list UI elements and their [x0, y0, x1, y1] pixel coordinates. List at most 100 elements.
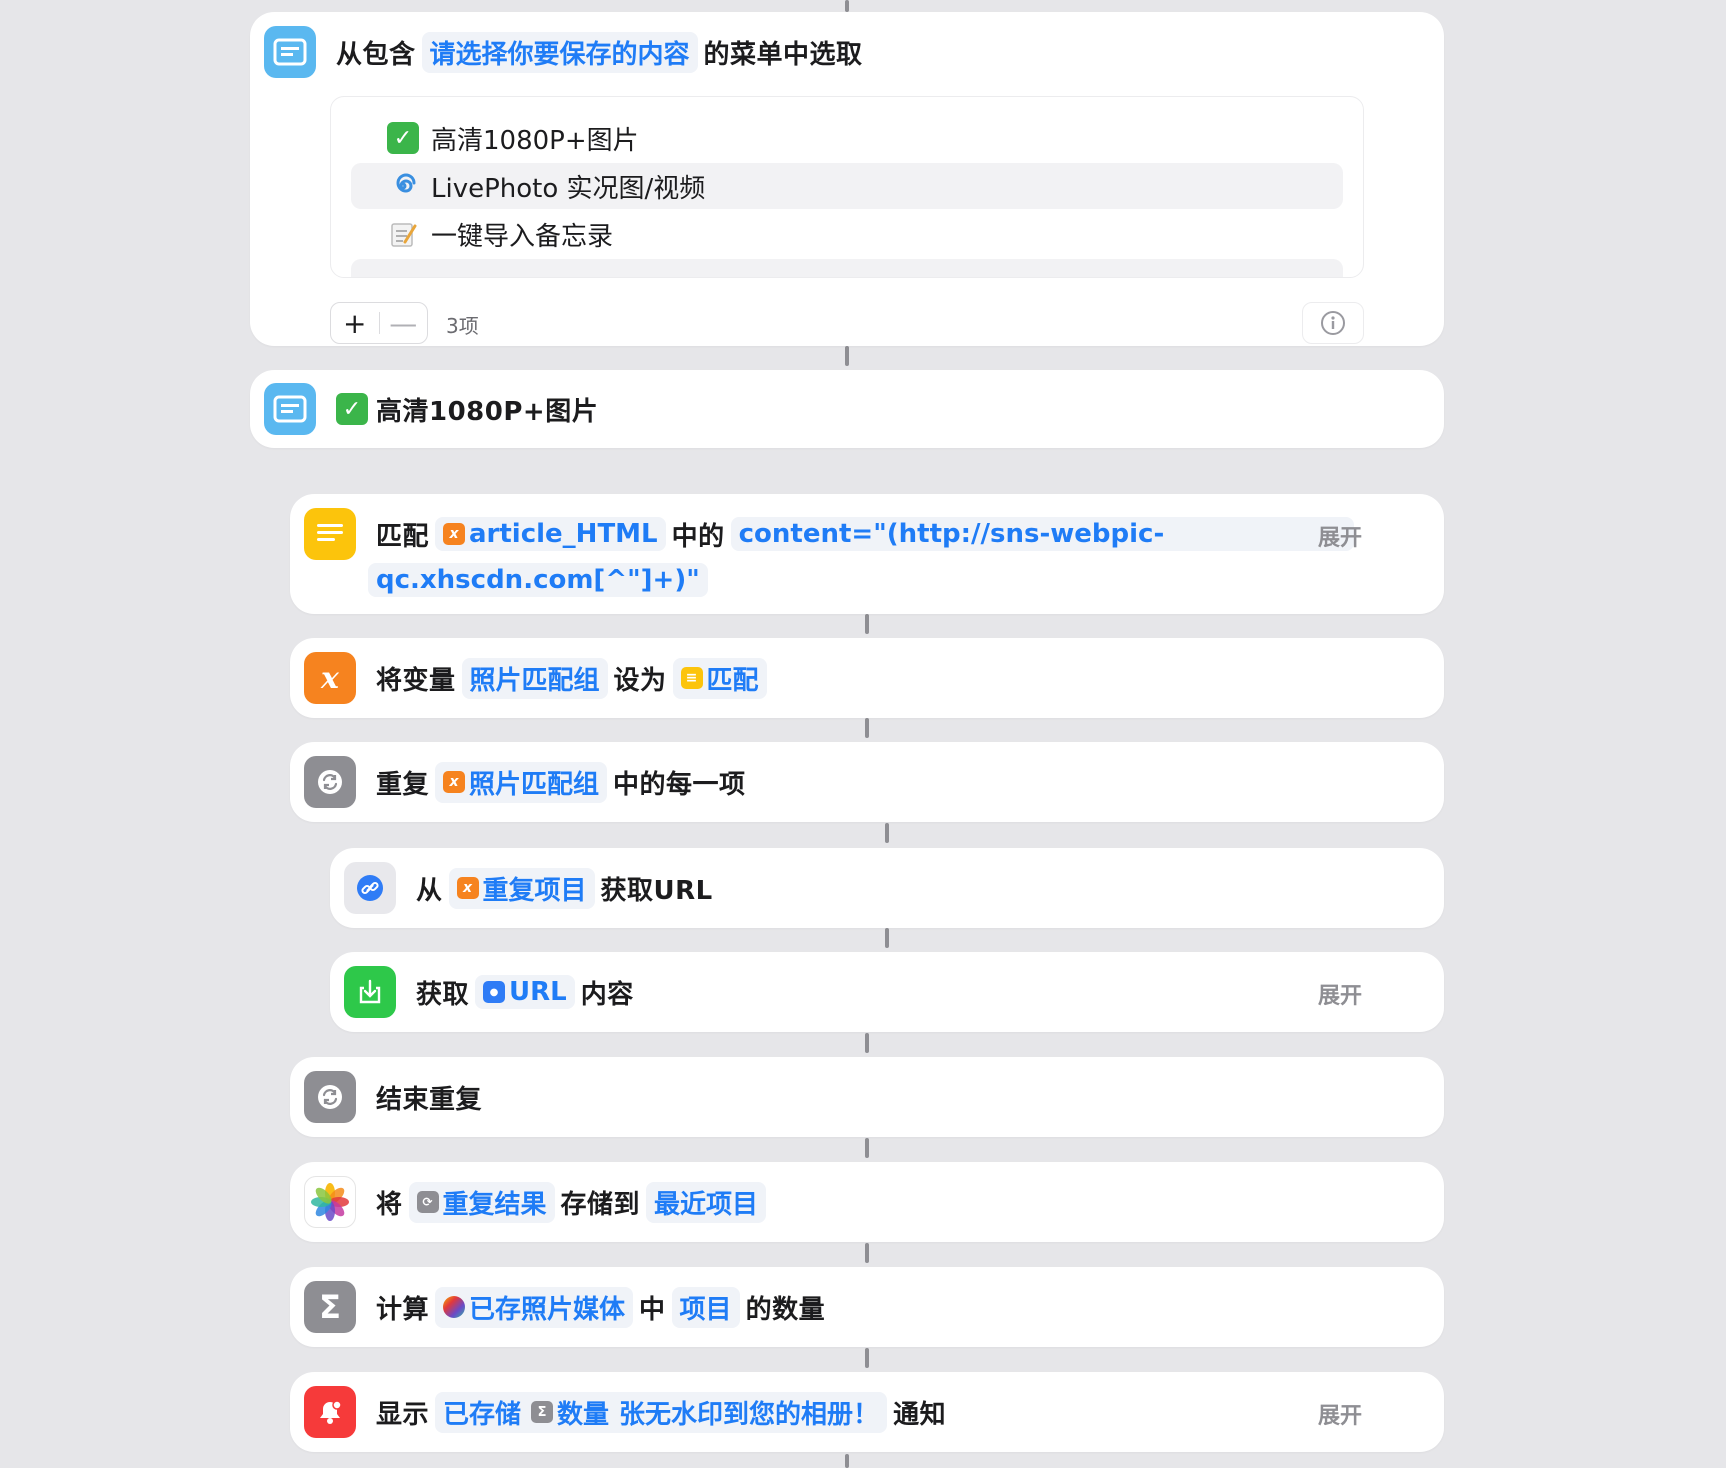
action-text: 中: [639, 1294, 666, 1325]
photos-icon: [304, 1176, 356, 1228]
action-text: 从: [416, 875, 443, 906]
token-label: 数量: [557, 1399, 610, 1430]
repeat-icon: [304, 756, 356, 808]
token-label: 已存照片媒体: [469, 1294, 626, 1325]
repeat-each-action[interactable]: 重复 x 照片匹配组 中的每一项: [290, 742, 1444, 822]
match-value-token[interactable]: ≡ 匹配: [672, 657, 767, 699]
set-variable-action[interactable]: x 将变量 照片匹配组 设为 ≡ 匹配: [290, 638, 1444, 718]
list-item[interactable]: ✓ 高清1080P+图片: [351, 115, 1343, 161]
action-text: 的数量: [745, 1294, 826, 1325]
pattern-token[interactable]: content="(http://sns-webpic-: [730, 517, 1355, 551]
connector: [885, 823, 889, 843]
list-item-empty[interactable]: [351, 259, 1343, 277]
list-item-label: 高清1080P+图片: [431, 125, 639, 156]
list-item[interactable]: 一键导入备忘录: [351, 211, 1343, 257]
connector: [865, 1138, 869, 1158]
action-text: 中的: [671, 521, 725, 552]
menu-icon: [264, 26, 316, 78]
action-text: 将: [376, 1189, 403, 1220]
menu-items-list[interactable]: ✓ 高清1080P+图片 LivePhoto 实况图/视频 一键导入备忘录: [330, 96, 1364, 278]
action-text: 获取: [416, 979, 470, 1010]
token-label: 重复结果: [442, 1189, 547, 1220]
get-url-action[interactable]: 从 x 重复项目 获取URL: [330, 848, 1444, 928]
action-text: 存储到: [560, 1189, 641, 1220]
pattern-token-continued[interactable]: qc.xhscdn.com[^"]+)": [368, 563, 708, 597]
variable-token-label: 重复项目: [482, 875, 587, 906]
repeat-icon: [304, 1071, 356, 1123]
match-text-action[interactable]: 匹配 x article_HTML 中的 content="(http://sns…: [290, 494, 1444, 614]
action-text: 将变量: [376, 665, 456, 696]
get-contents-action[interactable]: 获取 ● URL 内容 展开: [330, 952, 1444, 1032]
end-repeat-action[interactable]: 结束重复: [290, 1057, 1444, 1137]
album-token[interactable]: 最近项目: [646, 1181, 767, 1223]
action-text: 重复: [376, 769, 430, 800]
variable-icon: x: [443, 523, 466, 545]
token-label: 张无水印到您的相册！: [619, 1399, 880, 1430]
bell-icon: [304, 1386, 356, 1438]
prompt-token[interactable]: 请选择你要保存的内容: [421, 31, 698, 73]
connector: [865, 614, 869, 634]
link-icon: [344, 862, 396, 914]
item-count: 3项: [446, 314, 479, 338]
link-icon: ●: [483, 981, 506, 1003]
download-icon: [344, 966, 396, 1018]
variable-token[interactable]: x article_HTML: [435, 517, 666, 551]
variable-token[interactable]: x 照片匹配组: [435, 761, 608, 803]
check-emoji-icon: ✓: [336, 393, 368, 425]
variable-name-token[interactable]: 照片匹配组: [461, 657, 608, 699]
connector: [845, 346, 849, 366]
action-text: 通知: [893, 1399, 947, 1430]
variable-icon: x: [443, 771, 466, 793]
token-label: 已存储: [443, 1399, 522, 1430]
cyclone-emoji-icon: [387, 170, 419, 202]
items-token[interactable]: 项目: [671, 1286, 740, 1328]
text-lines-icon: ≡: [680, 667, 703, 689]
repeat-results-token[interactable]: ⟳ 重复结果: [408, 1181, 555, 1223]
list-item-label: LivePhoto 实况图/视频: [431, 173, 706, 204]
url-token-label: URL: [509, 977, 567, 1007]
variable-token-label: article_HTML: [469, 519, 658, 549]
add-item-button[interactable]: +: [331, 307, 379, 340]
menu-case-label: 高清1080P+图片: [376, 396, 599, 427]
menu-case-header[interactable]: ✓ 高清1080P+图片: [250, 370, 1444, 448]
action-text: 从包含: [336, 39, 416, 70]
list-item-label: 一键导入备忘录: [431, 221, 614, 252]
url-token[interactable]: ● URL: [475, 975, 575, 1009]
expand-button[interactable]: 展开: [1318, 1398, 1362, 1430]
variable-token-label: 照片匹配组: [469, 769, 600, 800]
action-text: 显示: [376, 1399, 430, 1430]
connector: [865, 1033, 869, 1053]
action-text: 中的每一项: [613, 769, 746, 800]
connector: [845, 0, 849, 12]
connector: [845, 1454, 849, 1468]
expand-button[interactable]: 展开: [1318, 978, 1362, 1010]
action-text: 的菜单中选取: [703, 39, 863, 70]
variable-token[interactable]: x 重复项目: [448, 867, 595, 909]
expand-button[interactable]: 展开: [1318, 520, 1362, 552]
repeat-icon: ⟳: [416, 1191, 439, 1213]
save-to-album-action[interactable]: 将 ⟳ 重复结果 存储到 最近项目: [290, 1162, 1444, 1242]
info-icon: [1321, 311, 1345, 335]
action-text: 计算: [376, 1294, 430, 1325]
check-emoji-icon: ✓: [387, 122, 419, 154]
connector: [865, 1243, 869, 1263]
value-token-label: 匹配: [706, 665, 759, 696]
action-text: 设为: [613, 665, 667, 696]
variable-icon: x: [304, 652, 356, 704]
count-action[interactable]: Σ 计算 已存照片媒体 中 项目 的数量: [290, 1267, 1444, 1347]
connector: [865, 718, 869, 738]
sigma-icon: Σ: [304, 1281, 356, 1333]
choose-from-menu-action[interactable]: 从包含 请选择你要保存的内容 的菜单中选取 ✓ 高清1080P+图片 LiveP…: [250, 12, 1444, 346]
connector: [865, 1348, 869, 1368]
menu-icon: [264, 383, 316, 435]
saved-media-token[interactable]: 已存照片媒体: [435, 1286, 634, 1328]
list-item[interactable]: LivePhoto 实况图/视频: [351, 163, 1343, 209]
show-notification-action[interactable]: 显示 已存储 Σ 数量 张无水印到您的相册！ 通知 展开: [290, 1372, 1444, 1452]
remove-item-button[interactable]: —: [380, 307, 428, 340]
action-text: 获取URL: [600, 875, 713, 906]
variable-icon: x: [456, 877, 479, 899]
item-stepper[interactable]: + —: [330, 302, 428, 344]
memo-emoji-icon: [387, 218, 419, 250]
info-button[interactable]: [1302, 302, 1364, 344]
notification-body-token[interactable]: 已存储 Σ 数量 张无水印到您的相册！: [435, 1391, 888, 1433]
